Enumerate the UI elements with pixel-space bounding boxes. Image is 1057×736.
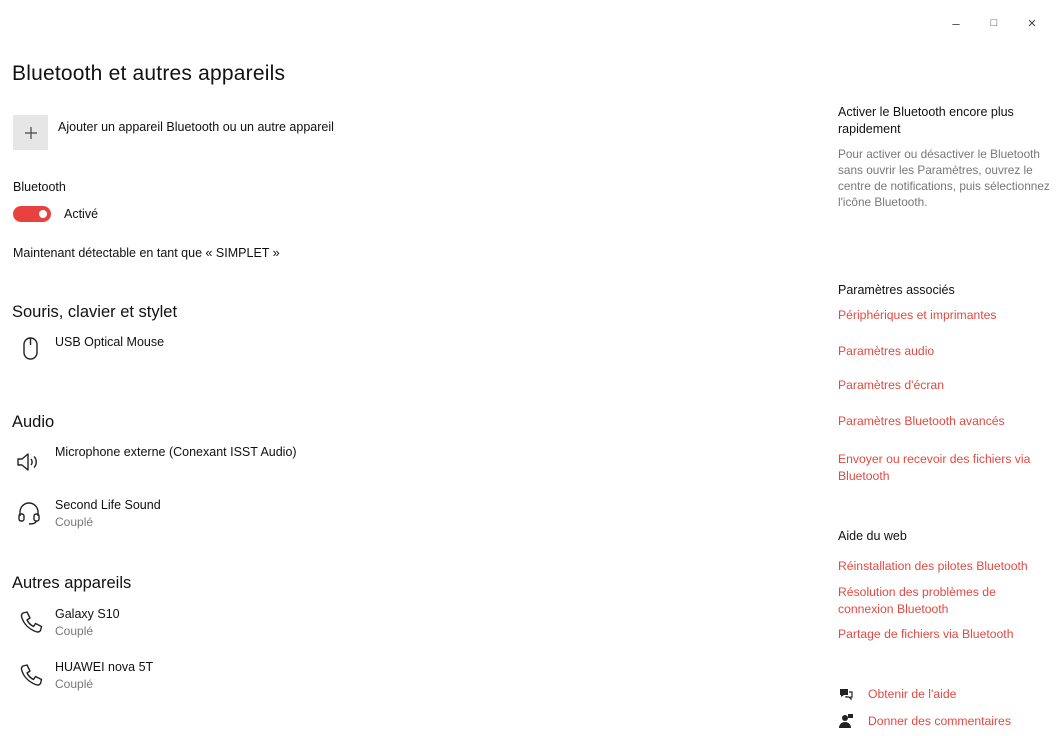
- bluetooth-label: Bluetooth: [13, 180, 66, 194]
- link-send-receive-files[interactable]: Envoyer ou recevoir des fichiers via Blu…: [838, 451, 1053, 484]
- maximize-button[interactable]: □: [975, 12, 1013, 34]
- link-audio-settings[interactable]: Paramètres audio: [838, 343, 934, 360]
- link-troubleshoot-connection[interactable]: Résolution des problèmes de connexion Bl…: [838, 584, 1033, 617]
- quick-heading: Activer le Bluetooth encore plus rapidem…: [838, 105, 1014, 136]
- mouse-icon: [18, 335, 44, 361]
- section-title-audio: Audio: [12, 413, 55, 431]
- headset-icon: [16, 500, 42, 526]
- device-item-headset[interactable]: Second Life Sound Couplé: [12, 496, 312, 536]
- device-status: Couplé: [55, 515, 94, 529]
- device-status: Couplé: [55, 624, 94, 638]
- link-display-settings[interactable]: Paramètres d'écran: [838, 377, 944, 394]
- device-status: Couplé: [55, 677, 94, 691]
- plus-icon: [24, 126, 37, 139]
- get-help-link[interactable]: Obtenir de l'aide: [838, 685, 956, 703]
- quick-text: Pour activer ou désactiver le Bluetooth …: [838, 147, 1050, 209]
- section-title-other: Autres appareils: [12, 574, 132, 592]
- device-item-galaxy[interactable]: Galaxy S10 Couplé: [12, 605, 312, 645]
- page-title: Bluetooth et autres appareils: [12, 62, 286, 85]
- bluetooth-state: Activé: [64, 207, 99, 221]
- minimize-icon: –: [952, 15, 960, 31]
- bluetooth-toggle[interactable]: [13, 206, 51, 222]
- related-heading: Paramètres associés: [838, 283, 955, 297]
- link-file-sharing[interactable]: Partage de fichiers via Bluetooth: [838, 626, 1013, 643]
- minimize-button[interactable]: –: [937, 12, 975, 34]
- get-help-label: Obtenir de l'aide: [868, 686, 957, 701]
- device-item-microphone[interactable]: Microphone externe (Conexant ISST Audio): [12, 443, 352, 483]
- feedback-label: Donner des commentaires: [868, 713, 1011, 728]
- link-bluetooth-advanced[interactable]: Paramètres Bluetooth avancés: [838, 413, 1005, 430]
- maximize-icon: □: [990, 17, 998, 29]
- window-controls: – □ ✕: [937, 12, 1051, 34]
- feedback-person-icon: [839, 714, 853, 728]
- link-reinstall-drivers[interactable]: Réinstallation des pilotes Bluetooth: [838, 558, 1028, 575]
- speaker-icon: [15, 449, 41, 475]
- device-item-huawei[interactable]: HUAWEI nova 5T Couplé: [12, 658, 312, 698]
- chat-help-icon: [840, 689, 853, 701]
- device-name: Second Life Sound: [55, 498, 161, 512]
- device-name: HUAWEI nova 5T: [55, 660, 154, 674]
- feedback-link[interactable]: Donner des commentaires: [838, 712, 1011, 730]
- discoverable-text: Maintenant détectable en tant que « SIMP…: [13, 246, 280, 260]
- add-device-button[interactable]: [13, 115, 48, 150]
- phone-icon: [18, 609, 44, 635]
- device-name: Microphone externe (Conexant ISST Audio): [55, 445, 297, 459]
- toggle-knob: [39, 210, 47, 218]
- device-name: USB Optical Mouse: [55, 335, 165, 349]
- section-title-mouse: Souris, clavier et stylet: [12, 303, 178, 321]
- device-item-mouse[interactable]: USB Optical Mouse: [12, 333, 312, 373]
- device-name: Galaxy S10: [55, 607, 120, 621]
- add-device-label[interactable]: Ajouter un appareil Bluetooth ou un autr…: [58, 120, 334, 134]
- link-devices-printers[interactable]: Périphériques et imprimantes: [838, 307, 997, 324]
- phone-icon: [18, 662, 44, 688]
- close-icon: ✕: [1027, 17, 1037, 30]
- web-help-heading: Aide du web: [838, 529, 907, 543]
- close-button[interactable]: ✕: [1013, 12, 1051, 34]
